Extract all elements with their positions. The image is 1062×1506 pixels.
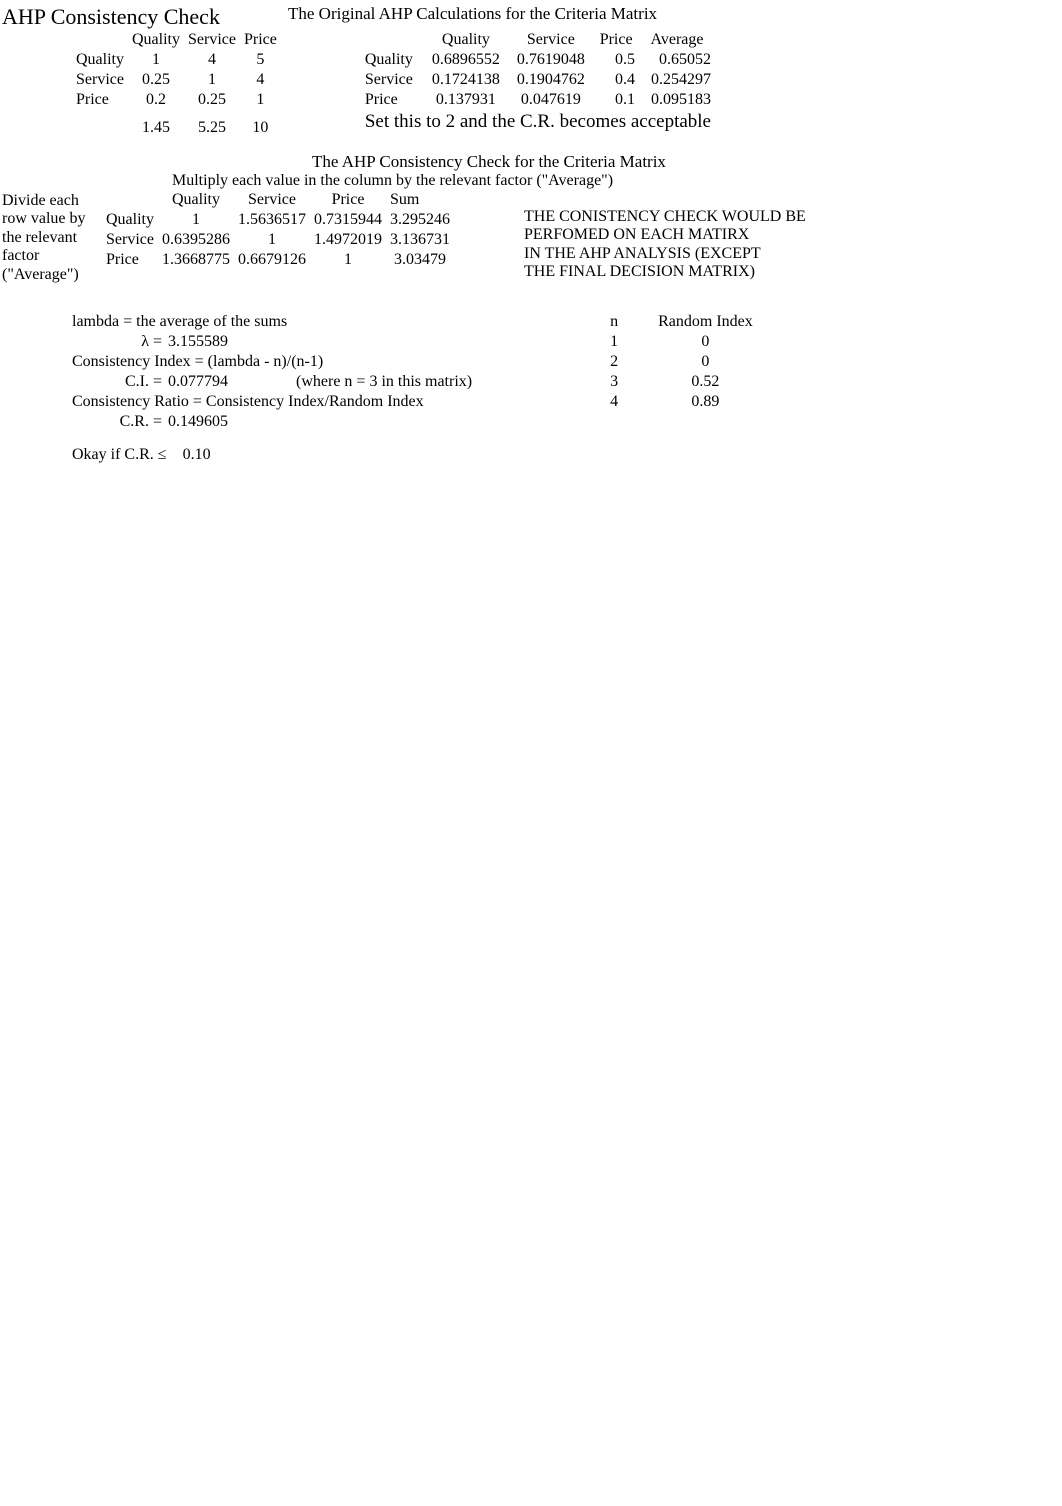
lambda-symbol: λ = xyxy=(72,332,168,352)
col-sum: 10 xyxy=(240,118,281,138)
ri-val: 0.52 xyxy=(638,372,773,392)
ri-head-label: Random Index xyxy=(638,312,773,332)
lambda-label: lambda = the average of the sums xyxy=(72,312,480,332)
row-label: Service xyxy=(102,230,158,250)
col-header: Quality xyxy=(128,30,184,50)
cell: 0.254297 xyxy=(639,70,715,90)
cell: 1 xyxy=(184,70,240,90)
row-label: Service xyxy=(361,70,424,90)
ri-val: 0.89 xyxy=(638,392,773,412)
cell: 1.3668775 xyxy=(158,250,234,270)
cell: 1.4972019 xyxy=(310,230,386,250)
calc-table: lambda = the average of the sums λ = 3.1… xyxy=(72,312,480,432)
ci-label: Consistency Index = (lambda - n)/(n-1) xyxy=(72,352,480,372)
cr-label: Consistency Ratio = Consistency Index/Ra… xyxy=(72,392,480,412)
ok-threshold: Okay if C.R. ≤ 0.10 xyxy=(72,446,480,464)
cr-acceptable-note: Set this to 2 and the C.R. becomes accep… xyxy=(365,111,711,132)
page-title: AHP Consistency Check xyxy=(2,4,220,29)
ri-val: 0 xyxy=(638,352,773,372)
cell: 0.6395286 xyxy=(158,230,234,250)
ri-n: 1 xyxy=(590,332,638,352)
cell: 0.7619048 xyxy=(508,50,593,70)
consistency-check-subtitle: Multiply each value in the column by the… xyxy=(172,172,613,189)
note-line: PERFOMED ON EACH MATIRX xyxy=(524,226,806,244)
ci-symbol: C.I. = xyxy=(72,372,168,392)
cell: 0.7315944 xyxy=(310,210,386,230)
cell: 0.137931 xyxy=(423,90,508,110)
cell: 0.25 xyxy=(184,90,240,110)
cell: 1 xyxy=(234,230,310,250)
row-label: Quality xyxy=(72,50,128,70)
col-header: Quality xyxy=(158,190,234,210)
ci-value: 0.077794 xyxy=(168,372,236,392)
cr-value: 0.149605 xyxy=(168,412,236,432)
ok-value: 0.10 xyxy=(183,446,211,463)
ri-n: 3 xyxy=(590,372,638,392)
col-header: Price xyxy=(593,30,639,50)
calc-row: lambda = the average of the sums λ = 3.1… xyxy=(72,312,1062,464)
divide-note: Divide each row value by the relevant fa… xyxy=(2,190,102,284)
cell: 0.2 xyxy=(128,90,184,110)
cell: 0.095183 xyxy=(639,90,715,110)
input-matrix: Quality Service Price Quality 1 4 5 Serv… xyxy=(72,30,281,138)
note-line: THE CONISTENCY CHECK WOULD BE xyxy=(524,208,806,226)
cell: 1 xyxy=(310,250,386,270)
ri-head-n: n xyxy=(590,312,638,332)
col-sum: 5.25 xyxy=(184,118,240,138)
random-index-table: n Random Index 1 0 2 0 3 0.52 4 0.89 xyxy=(590,312,773,412)
cell: 0.6896552 xyxy=(423,50,508,70)
cell: 0.65052 xyxy=(639,50,715,70)
col-header: Service xyxy=(508,30,593,50)
row-label: Price xyxy=(361,90,424,110)
consistency-right-note: THE CONISTENCY CHECK WOULD BE PERFOMED O… xyxy=(524,190,806,282)
row-label: Quality xyxy=(102,210,158,230)
ri-n: 4 xyxy=(590,392,638,412)
row-label: Quality xyxy=(361,50,424,70)
note-line: IN THE AHP ANALYSIS (EXCEPT xyxy=(524,245,806,263)
col-header: Sum xyxy=(386,190,454,210)
cr-symbol: C.R. = xyxy=(72,412,168,432)
cell: 0.5 xyxy=(593,50,639,70)
consistency-matrix: Quality Service Price Sum Quality 1 1.56… xyxy=(102,190,454,270)
cell: 1 xyxy=(158,210,234,230)
matrices-row: Quality Service Price Quality 1 4 5 Serv… xyxy=(2,30,1062,138)
col-header: Service xyxy=(234,190,310,210)
cell: 0.4 xyxy=(593,70,639,90)
col-header: Price xyxy=(240,30,281,50)
cell: 4 xyxy=(184,50,240,70)
consistency-check-title: The AHP Consistency Check for the Criter… xyxy=(312,152,666,171)
cell: 0.1724138 xyxy=(423,70,508,90)
col-header: Service xyxy=(184,30,240,50)
lambda-value: 3.155589 xyxy=(168,332,236,352)
col-header: Price xyxy=(310,190,386,210)
consistency-check-row: Divide each row value by the relevant fa… xyxy=(2,190,1062,284)
cell: 0.047619 xyxy=(508,90,593,110)
col-sum: 1.45 xyxy=(128,118,184,138)
cell: 0.1 xyxy=(593,90,639,110)
cell: 3.295246 xyxy=(386,210,454,230)
note-line: THE FINAL DECISION MATRIX) xyxy=(524,263,806,281)
ok-label: Okay if C.R. ≤ xyxy=(72,446,167,463)
cell: 0.6679126 xyxy=(234,250,310,270)
row-label: Service xyxy=(72,70,128,90)
cell: 4 xyxy=(240,70,281,90)
cell: 5 xyxy=(240,50,281,70)
cell: 1 xyxy=(128,50,184,70)
ri-n: 2 xyxy=(590,352,638,372)
cell: 1.5636517 xyxy=(234,210,310,230)
original-calc-title: The Original AHP Calculations for the Cr… xyxy=(288,4,657,23)
col-header: Quality xyxy=(423,30,508,50)
row-label: Price xyxy=(102,250,158,270)
cell: 0.25 xyxy=(128,70,184,90)
ci-note: (where n = 3 in this matrix) xyxy=(236,372,480,392)
normalized-matrix: Quality Service Price Average Quality 0.… xyxy=(361,30,715,134)
cell: 3.03479 xyxy=(386,250,454,270)
header-row: AHP Consistency Check The Original AHP C… xyxy=(2,4,1062,30)
row-label: Price xyxy=(72,90,128,110)
cell: 0.1904762 xyxy=(508,70,593,90)
cell: 3.136731 xyxy=(386,230,454,250)
col-header: Average xyxy=(639,30,715,50)
cell: 1 xyxy=(240,90,281,110)
ri-val: 0 xyxy=(638,332,773,352)
